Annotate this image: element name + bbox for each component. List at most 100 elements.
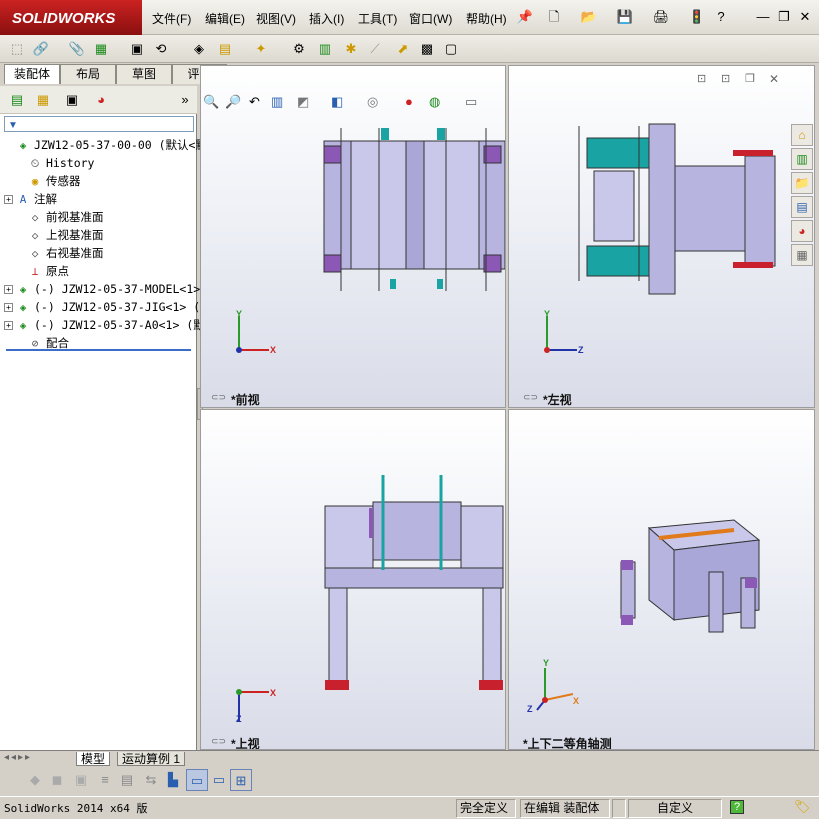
file-explorer-icon[interactable]: 📁 — [791, 172, 813, 194]
design-library-icon[interactable]: ▥ — [791, 148, 813, 170]
insert-component-icon[interactable]: ⬚ — [6, 38, 28, 60]
restore-viewport-icon[interactable]: ❐ — [745, 72, 755, 85]
update-speedpak-icon[interactable]: ▩ — [416, 38, 438, 60]
tree-item[interactable]: +◇上视基准面 — [16, 226, 104, 244]
apply-scene-icon[interactable]: ◍ — [429, 93, 440, 111]
smart-fastener-icon[interactable]: ▣ — [126, 38, 148, 60]
tree-item[interactable]: +⊥原点 — [16, 262, 69, 280]
tree-item[interactable]: + A 注解 — [4, 190, 57, 208]
view-orientation-icon[interactable]: ◩ — [297, 93, 309, 111]
tree-item[interactable]: + ◈ (-) JZW12-05-37-MODEL<1> — [4, 280, 200, 298]
single-view-icon[interactable]: ⊡ — [721, 72, 730, 85]
menu-view[interactable]: 视图(V) — [256, 10, 296, 27]
tab-model[interactable]: 模型 — [76, 752, 111, 766]
edit-appearance-icon[interactable]: ● — [405, 93, 413, 111]
exploded-view-icon[interactable]: ✱ — [340, 38, 362, 60]
zoom-fit-icon[interactable]: 🔍 — [203, 93, 219, 111]
config-manager-icon[interactable]: ▣ — [61, 89, 83, 111]
paperclip-icon[interactable]: 📎 — [66, 38, 88, 60]
hide-show-items-icon[interactable]: ◎ — [367, 93, 378, 111]
tree-item[interactable]: +◇前视基准面 — [16, 208, 104, 226]
expand-icon[interactable]: + — [4, 303, 13, 312]
shaded-icon[interactable]: ◼ — [46, 769, 68, 791]
viewport-isometric[interactable]: Y X Z *上下二等角轴测 — [508, 409, 815, 750]
rollback-bar[interactable] — [6, 349, 191, 351]
appearances-icon[interactable]: ◕ — [791, 220, 813, 242]
chart-icon[interactable]: ▙ — [162, 769, 184, 791]
wireframe-icon[interactable]: ▤ — [116, 769, 138, 791]
display-manager-icon[interactable]: ◕ — [90, 89, 112, 111]
new-motion-study-icon[interactable]: ⚙ — [288, 38, 310, 60]
tree-item[interactable]: +⏲History — [16, 154, 95, 172]
viewport-top[interactable]: Z X ⊂⊃ *上视 — [200, 409, 506, 750]
status-help-icon[interactable]: ? — [730, 800, 744, 814]
menu-edit[interactable]: 编辑(E) — [205, 10, 245, 27]
menu-tools[interactable]: 工具(T) — [358, 10, 397, 27]
restore-icon[interactable]: ❐ — [773, 6, 795, 28]
reference-geometry-icon[interactable]: ✦ — [250, 38, 272, 60]
previous-view-icon[interactable]: ↶ — [249, 93, 260, 111]
tree-item[interactable]: + ◈ (-) JZW12-05-37-JIG<1> (默 — [4, 298, 212, 316]
zoom-area-icon[interactable]: 🔎 — [225, 93, 241, 111]
viewport-front[interactable]: Y X ⊂⊃ *前视 🔍 🔎 ↶ ▥ ◩ ◧ ◎ ● ◍ ▭ — [200, 65, 506, 408]
viewport-left[interactable]: Y Z ⊂⊃ *左视 ⊡ ⊡ ❐ ✕ — [508, 65, 815, 408]
menu-help[interactable]: 帮助(H) — [466, 10, 507, 27]
expand-panel-icon[interactable]: » — [174, 89, 196, 111]
feature-tree-icon[interactable]: ▤ — [6, 89, 28, 111]
link-views-icon[interactable]: ⊡ — [697, 72, 706, 85]
tab-assembly[interactable]: 装配体 — [4, 64, 60, 84]
instant3d-icon[interactable]: ⬈ — [392, 38, 414, 60]
minimize-icon[interactable]: — — [752, 6, 774, 28]
solidworks-logo[interactable]: SOLIDWORKS — [0, 0, 142, 35]
section-icon[interactable]: ⇆ — [140, 769, 162, 791]
expand-icon[interactable]: + — [4, 321, 13, 330]
hidden-visible-icon[interactable]: ≡ — [94, 769, 116, 791]
assembly-feature-icon[interactable]: ▤ — [214, 38, 236, 60]
help-icon[interactable]: ? — [710, 6, 732, 28]
tree-item[interactable]: +◉传感器 — [16, 172, 81, 190]
tab-layout[interactable]: 布局 — [60, 64, 116, 84]
tab-motion-study[interactable]: 运动算例 1 — [117, 752, 186, 766]
view-settings-icon[interactable]: ▭ — [465, 93, 477, 111]
save-icon[interactable]: 💾 — [614, 6, 636, 28]
link-view-icon[interactable]: ⊂⊃ — [523, 392, 538, 403]
custom-properties-icon[interactable]: ▦ — [791, 244, 813, 266]
property-manager-icon[interactable]: ▦ — [32, 89, 54, 111]
close-viewport-icon[interactable]: ✕ — [769, 72, 779, 86]
close-icon[interactable]: ✕ — [794, 6, 816, 28]
hidden-removed-icon[interactable]: ▣ — [70, 769, 92, 791]
print-icon[interactable]: 🖨 — [650, 6, 672, 28]
shaded-edges-icon[interactable]: ◆ — [24, 769, 46, 791]
pattern-icon[interactable]: ▦ — [90, 38, 112, 60]
menu-insert[interactable]: 插入(I) — [309, 10, 344, 27]
single-viewport-icon[interactable]: ▭ — [186, 769, 208, 791]
open-icon[interactable]: 📂 — [578, 6, 600, 28]
menu-window[interactable]: 窗口(W) — [409, 10, 452, 27]
explode-line-icon[interactable]: ⟋ — [364, 38, 386, 60]
show-hidden-icon[interactable]: ◈ — [188, 38, 210, 60]
expand-icon[interactable]: + — [4, 195, 13, 204]
tab-scroll-arrows[interactable]: ◂◂▸▸ — [4, 752, 32, 763]
expand-icon[interactable]: + — [4, 285, 13, 294]
display-style-icon[interactable]: ◧ — [331, 93, 343, 111]
tree-item[interactable]: +◈JZW12-05-37-00-00 (默认<默认 — [4, 136, 219, 154]
menu-file[interactable]: 文件(F) — [152, 10, 191, 27]
two-viewport-icon[interactable]: ▭ — [208, 769, 230, 791]
tree-item[interactable]: + ◈ (-) JZW12-05-37-A0<1> (默 — [4, 316, 205, 334]
tree-filter-input[interactable]: ▼ — [4, 116, 194, 132]
status-tag-icon[interactable]: 🏷 — [794, 799, 811, 815]
link-view-icon[interactable]: ⊂⊃ — [211, 736, 226, 747]
new-doc-icon[interactable]: 🗋 — [543, 6, 565, 28]
home-icon[interactable]: ⌂ — [791, 124, 813, 146]
link-view-icon[interactable]: ⊂⊃ — [211, 392, 226, 403]
tab-sketch[interactable]: 草图 — [116, 64, 172, 84]
pin-icon[interactable]: 📌 — [514, 6, 536, 28]
mate-tool-icon[interactable]: 🔗 — [30, 38, 52, 60]
view-palette-icon[interactable]: ▤ — [791, 196, 813, 218]
move-component-icon[interactable]: ⟲ — [150, 38, 172, 60]
tree-item[interactable]: +◇右视基准面 — [16, 244, 104, 262]
section-view-icon[interactable]: ▥ — [271, 93, 283, 111]
four-viewport-icon[interactable]: ⊞ — [230, 769, 252, 791]
rebuild-icon[interactable]: 🚦 — [686, 6, 708, 28]
status-units[interactable]: 自定义 — [628, 799, 722, 818]
